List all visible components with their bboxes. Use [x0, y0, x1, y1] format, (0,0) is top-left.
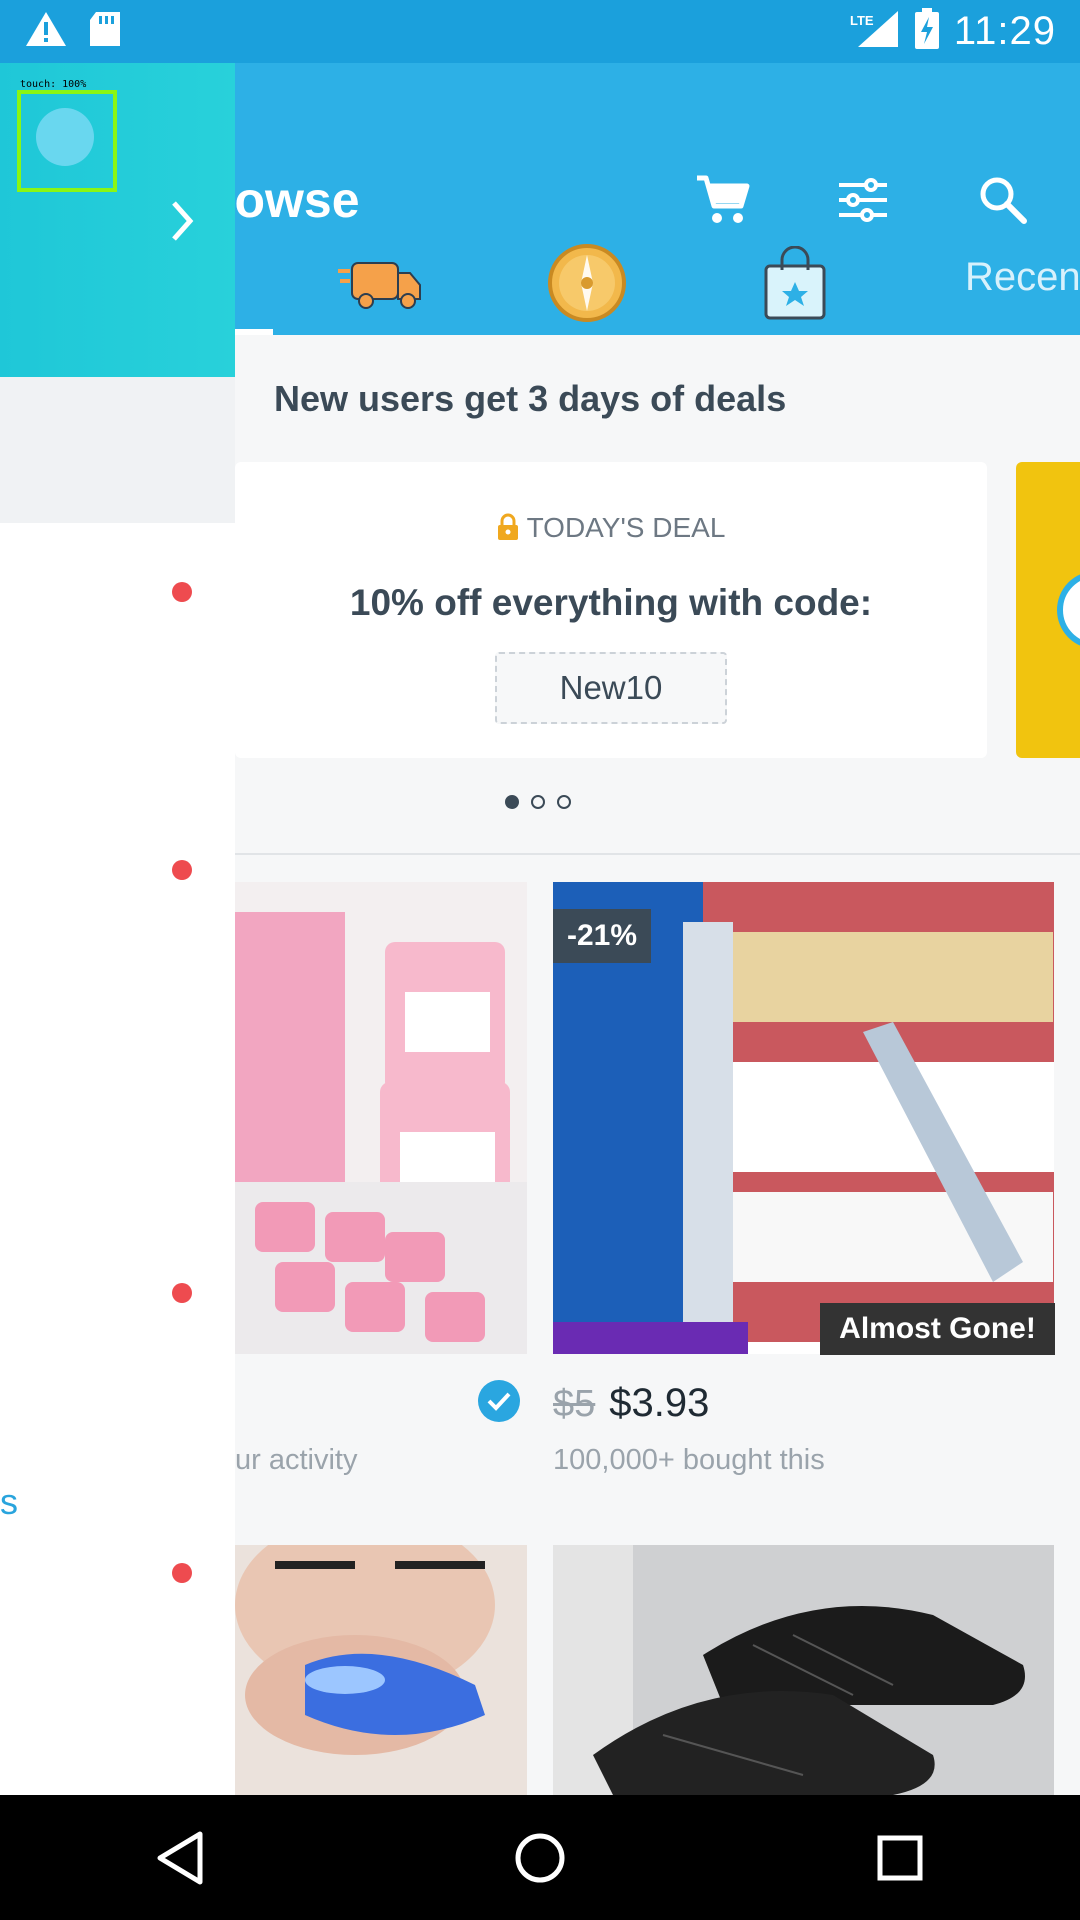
product-image — [235, 1545, 527, 1795]
tab-fast-delivery[interactable] — [335, 230, 425, 335]
battery-charging-icon — [914, 8, 940, 55]
search-icon — [980, 177, 1027, 224]
page-title: rowse — [215, 172, 360, 228]
verified-icon — [478, 1380, 520, 1422]
back-icon — [157, 1831, 203, 1884]
carousel-dot — [505, 795, 519, 809]
touch-label: touch: 100% — [20, 79, 87, 90]
home-icon — [515, 1833, 565, 1882]
original-price: $5 — [553, 1383, 596, 1425]
search-button[interactable] — [966, 163, 1040, 237]
divider — [235, 853, 1080, 855]
product-image — [235, 882, 527, 1354]
clock: 11:29 — [953, 9, 1056, 53]
sd-card-icon — [88, 10, 122, 53]
carousel-dot — [531, 795, 545, 809]
deal-description: 10% off everything with code: — [349, 582, 873, 623]
shopping-bag-icon — [764, 245, 826, 319]
lte-signal-icon: LTE — [848, 9, 900, 54]
carousel-dot — [557, 795, 571, 809]
recents-button[interactable] — [850, 1808, 950, 1908]
notification-dot — [172, 860, 192, 880]
sliders-icon — [839, 178, 887, 222]
notification-dot — [172, 1283, 192, 1303]
warning-icon — [24, 10, 68, 53]
lock-icon — [497, 513, 518, 540]
deals-heading: New users get 3 days of deals — [274, 378, 787, 419]
back-button[interactable] — [130, 1808, 230, 1908]
sale-price: $3.93 — [609, 1381, 710, 1425]
gold-wheel-icon — [548, 243, 626, 322]
status-bar: LTE 11:29 — [0, 0, 1080, 63]
carousel-indicator — [505, 795, 571, 809]
price-row: $5 $3.93 — [553, 1381, 709, 1426]
deal-card[interactable]: TODAY'S DEAL 10% off everything with cod… — [235, 462, 987, 758]
delivery-truck-icon — [338, 261, 421, 309]
product-card[interactable] — [235, 1545, 527, 1795]
product-card[interactable] — [235, 882, 527, 1354]
system-nav-bar — [0, 1795, 1080, 1920]
bought-count: 100,000+ bought this — [553, 1444, 825, 1476]
tab-recent[interactable]: Recen — [965, 255, 1080, 300]
chevron-right-icon[interactable] — [168, 199, 196, 248]
home-button[interactable] — [490, 1808, 590, 1908]
tab-deals[interactable] — [755, 230, 835, 335]
navigation-drawer: touch: 100% s — [0, 63, 235, 1795]
product-activity: ur activity — [235, 1444, 358, 1476]
drawer-header[interactable]: touch: 100% — [0, 63, 235, 377]
filter-button[interactable] — [826, 163, 900, 237]
touch-indicator — [17, 90, 117, 192]
cart-button[interactable] — [686, 163, 760, 237]
notification-dot — [172, 582, 192, 602]
deal-label: TODAY'S DEAL — [235, 512, 987, 544]
clock-graphic-icon — [1057, 574, 1080, 646]
discount-badge: -21% — [553, 909, 652, 963]
promo-code[interactable]: New10 — [495, 652, 727, 724]
deal-card-next[interactable] — [1016, 462, 1080, 758]
drawer-section — [0, 377, 235, 523]
product-card[interactable] — [553, 1545, 1054, 1795]
stock-badge: Almost Gone! — [820, 1303, 1055, 1355]
tab-blitz-buy[interactable] — [545, 230, 629, 335]
notification-dot — [172, 1563, 192, 1583]
cart-icon — [697, 175, 750, 223]
drawer-link[interactable]: s — [0, 1481, 18, 1523]
svg-text:LTE: LTE — [850, 13, 874, 28]
recents-icon — [877, 1835, 923, 1880]
deal-label-text: TODAY'S DEAL — [526, 512, 726, 543]
product-image — [553, 1545, 1054, 1795]
